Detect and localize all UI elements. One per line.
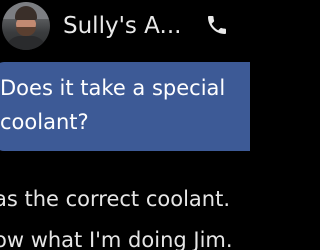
incoming-message-line: ow what I'm doing Jim. — [0, 228, 233, 250]
avatar-beard — [16, 27, 36, 36]
contact-name[interactable]: Sully's A... — [63, 12, 181, 40]
conversation-header: Sully's A... — [0, 0, 250, 54]
messaging-screen: Sully's A... Does it take a special cool… — [0, 0, 250, 250]
contact-avatar[interactable] — [2, 2, 50, 50]
outgoing-message-bubble[interactable]: Does it take a special coolant? — [0, 62, 250, 151]
incoming-message-line: as the correct coolant. — [0, 187, 230, 211]
phone-icon[interactable] — [205, 13, 229, 37]
outgoing-message-text: Does it take a special coolant? — [0, 76, 226, 134]
avatar-shirt — [6, 36, 46, 50]
avatar-beanie — [15, 6, 37, 20]
